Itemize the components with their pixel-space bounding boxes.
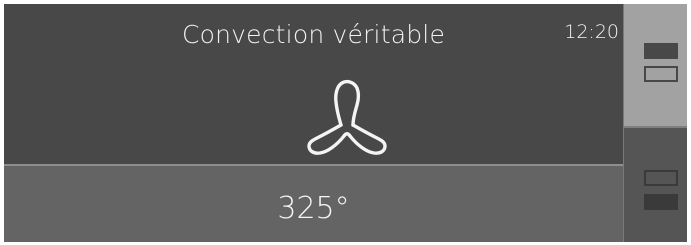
- temperature-panel[interactable]: 325°: [4, 166, 623, 242]
- upper-cavity-outline: [644, 170, 678, 186]
- upper-oven-icon: [624, 4, 688, 126]
- mode-panel[interactable]: Convection véritable 12:20: [4, 4, 623, 164]
- upper-oven-tab[interactable]: [623, 4, 687, 126]
- fan-icon: [307, 79, 387, 155]
- temperature-value: 325°: [277, 191, 350, 226]
- oven-display: Convection véritable 12:20 325°: [4, 4, 687, 242]
- lower-cavity-filled: [644, 194, 678, 210]
- mode-title: Convection véritable: [181, 20, 446, 49]
- lower-oven-icon: [624, 128, 688, 242]
- lower-oven-tab[interactable]: [623, 128, 687, 242]
- upper-cavity-filled: [644, 43, 678, 59]
- clock: 12:20: [564, 21, 619, 43]
- lower-cavity-outline: [644, 66, 678, 82]
